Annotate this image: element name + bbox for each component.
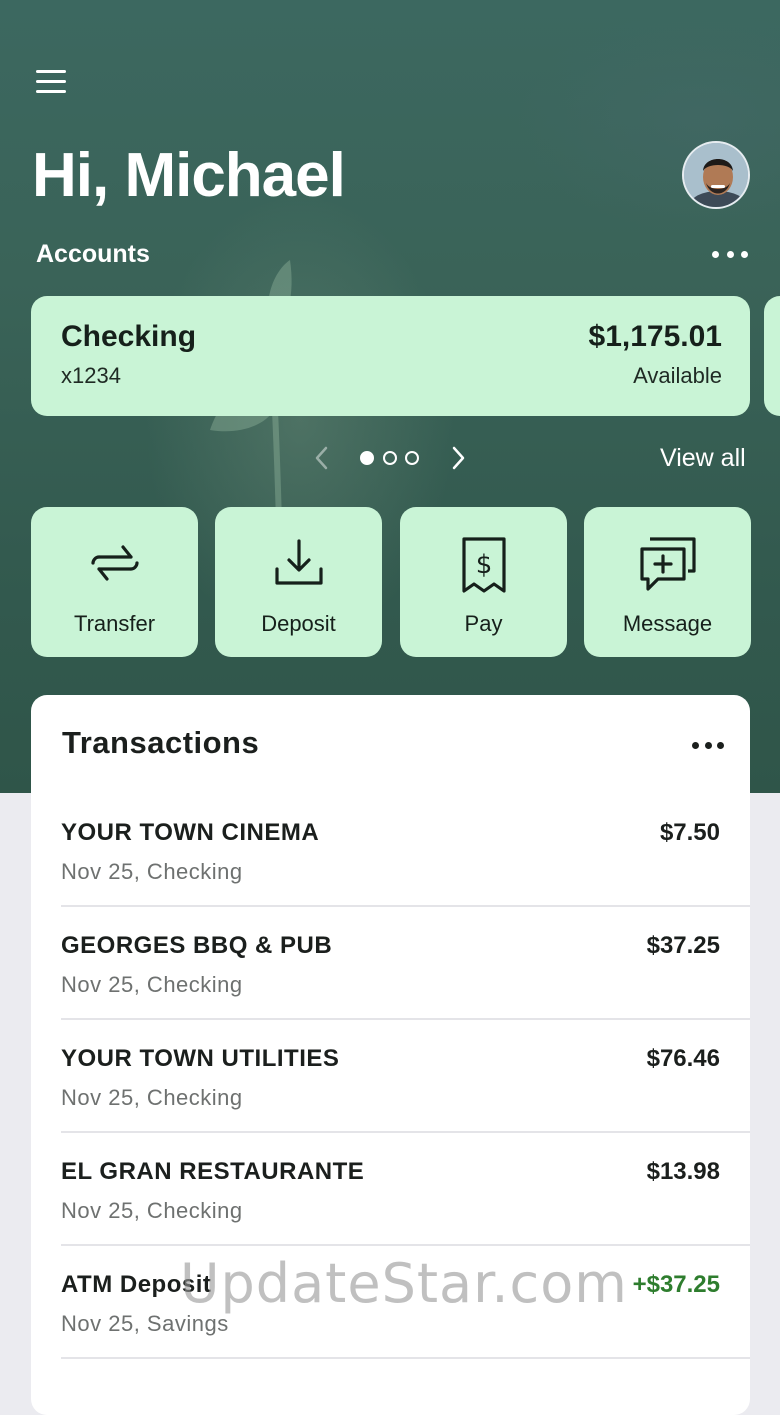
more-dot-icon <box>717 741 724 749</box>
transaction-amount: $7.50 <box>659 819 720 846</box>
transfer-button[interactable]: Transfer <box>31 507 198 657</box>
deposit-button[interactable]: Deposit <box>215 507 382 657</box>
greeting-title: Hi, Michael <box>32 141 346 210</box>
transaction-amount: $13.98 <box>646 1158 720 1185</box>
divider <box>61 1018 750 1020</box>
transaction-merchant: YOUR TOWN UTILITIES <box>61 1045 340 1072</box>
menu-line-icon <box>36 80 66 83</box>
accounts-more-button[interactable] <box>712 244 748 264</box>
account-balance-label: Available <box>633 363 722 388</box>
transaction-amount-credit: +$37.25 <box>632 1271 720 1298</box>
transaction-merchant: GEORGES BBQ & PUB <box>61 932 333 959</box>
transaction-date-account: Nov 25, Checking <box>61 1198 243 1223</box>
pager-dot[interactable] <box>405 451 419 465</box>
account-carousel-pager <box>310 442 470 474</box>
deposit-label: Deposit <box>261 611 336 636</box>
transaction-row[interactable]: YOUR TOWN CINEMA Nov 25, Checking $7.50 <box>61 795 750 907</box>
view-all-accounts-link[interactable]: View all <box>660 444 746 473</box>
transactions-title: Transactions <box>62 725 260 760</box>
transaction-amount: $37.25 <box>646 932 720 959</box>
transaction-row[interactable]: YOUR TOWN UTILITIES Nov 25, Checking $76… <box>61 1021 750 1133</box>
more-dot-icon <box>741 250 748 258</box>
more-dot-icon <box>692 741 699 749</box>
chevron-right-icon[interactable] <box>446 442 470 474</box>
pay-button[interactable]: $ Pay <box>400 507 567 657</box>
transaction-row[interactable]: GEORGES BBQ & PUB Nov 25, Checking $37.2… <box>61 908 750 1020</box>
user-avatar[interactable] <box>682 141 750 209</box>
bill-icon: $ <box>461 537 506 593</box>
pager-dot-active[interactable] <box>360 451 374 465</box>
pager-dot[interactable] <box>383 451 397 465</box>
more-dot-icon <box>726 250 734 258</box>
menu-line-icon <box>36 90 66 93</box>
transaction-row[interactable]: EL GRAN RESTAURANTE Nov 25, Checking $13… <box>61 1134 750 1246</box>
menu-line-icon <box>36 70 66 73</box>
hamburger-menu-button[interactable] <box>36 70 70 98</box>
transaction-date-account: Nov 25, Checking <box>61 972 243 997</box>
svg-text:$: $ <box>475 550 492 580</box>
account-card-checking[interactable]: Checking x1234 $1,175.01 Available <box>31 296 750 416</box>
next-account-card[interactable] <box>764 296 780 416</box>
message-label: Message <box>622 611 713 636</box>
message-button[interactable]: Message <box>584 507 751 657</box>
transfer-icon <box>90 545 139 581</box>
divider <box>61 1131 750 1133</box>
transfer-label: Transfer <box>73 611 156 636</box>
transaction-merchant: EL GRAN RESTAURANTE <box>61 1158 365 1185</box>
chevron-left-icon[interactable] <box>310 442 334 474</box>
pay-label: Pay <box>464 611 503 636</box>
divider <box>61 1244 750 1246</box>
transaction-merchant: YOUR TOWN CINEMA <box>61 819 320 846</box>
transactions-more-button[interactable] <box>692 740 724 750</box>
deposit-icon <box>274 539 323 585</box>
message-add-icon <box>639 537 696 591</box>
divider <box>61 905 750 907</box>
account-number: x1234 <box>61 363 121 388</box>
transaction-amount: $76.46 <box>646 1045 720 1072</box>
watermark-text: UpdateStar.com <box>180 1252 628 1315</box>
more-dot-icon <box>704 741 712 749</box>
transaction-date-account: Nov 25, Checking <box>61 859 243 884</box>
accounts-section-label: Accounts <box>36 240 150 268</box>
account-balance: $1,175.01 <box>588 320 722 353</box>
account-name: Checking <box>61 320 197 353</box>
more-dot-icon <box>712 250 719 258</box>
transaction-date-account: Nov 25, Checking <box>61 1085 243 1110</box>
divider <box>61 1357 750 1359</box>
